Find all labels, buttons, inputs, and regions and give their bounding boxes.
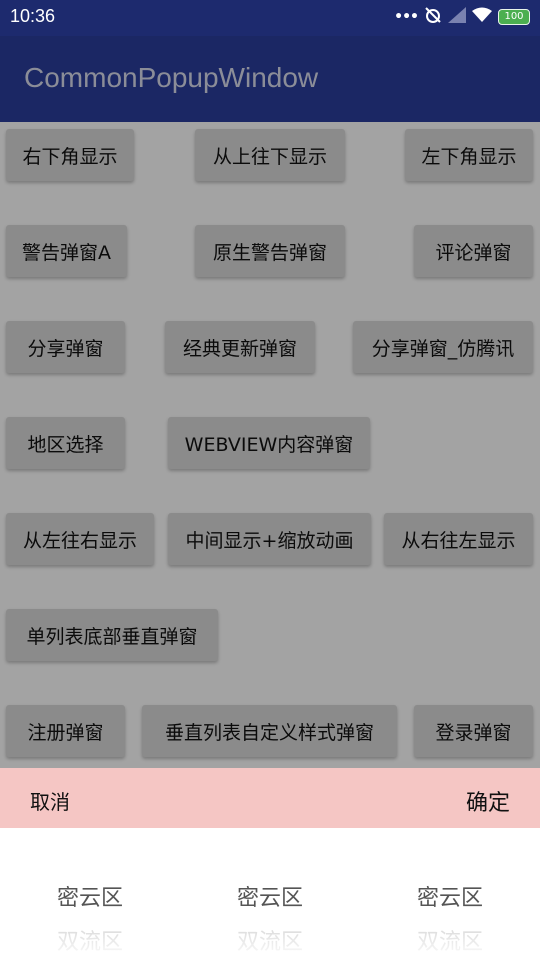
picker-next-item: 双流区: [236, 930, 303, 955]
status-time: 10:36: [10, 6, 56, 26]
more-notifications-icon: •••: [394, 9, 419, 25]
modal-scrim[interactable]: [0, 36, 540, 768]
picker-column-province[interactable]: 密云区 双流区: [0, 828, 180, 960]
cell-signal-icon: [448, 7, 466, 27]
confirm-button[interactable]: 确定: [466, 785, 510, 817]
wifi-icon: [472, 7, 492, 27]
alarm-off-icon: [424, 6, 442, 28]
cancel-button[interactable]: 取消: [30, 786, 70, 815]
region-picker-sheet: 取消 确定 密云区 双流区 密云区 双流区 密云区 双流区: [0, 768, 540, 960]
battery-icon: 100: [498, 9, 530, 25]
picker-selected-item: 密云区: [416, 886, 483, 911]
picker-column-district[interactable]: 密云区 双流区: [360, 828, 540, 960]
picker-selected-item: 密云区: [56, 886, 123, 911]
picker-next-item: 双流区: [56, 930, 123, 955]
status-bar: 10:36 ••• 100: [0, 0, 540, 36]
picker-header: 取消 确定: [0, 768, 540, 828]
picker-column-city[interactable]: 密云区 双流区: [180, 828, 360, 960]
picker-next-item: 双流区: [416, 930, 483, 955]
picker-selected-item: 密云区: [236, 886, 303, 911]
status-icons: ••• 100: [394, 6, 530, 28]
